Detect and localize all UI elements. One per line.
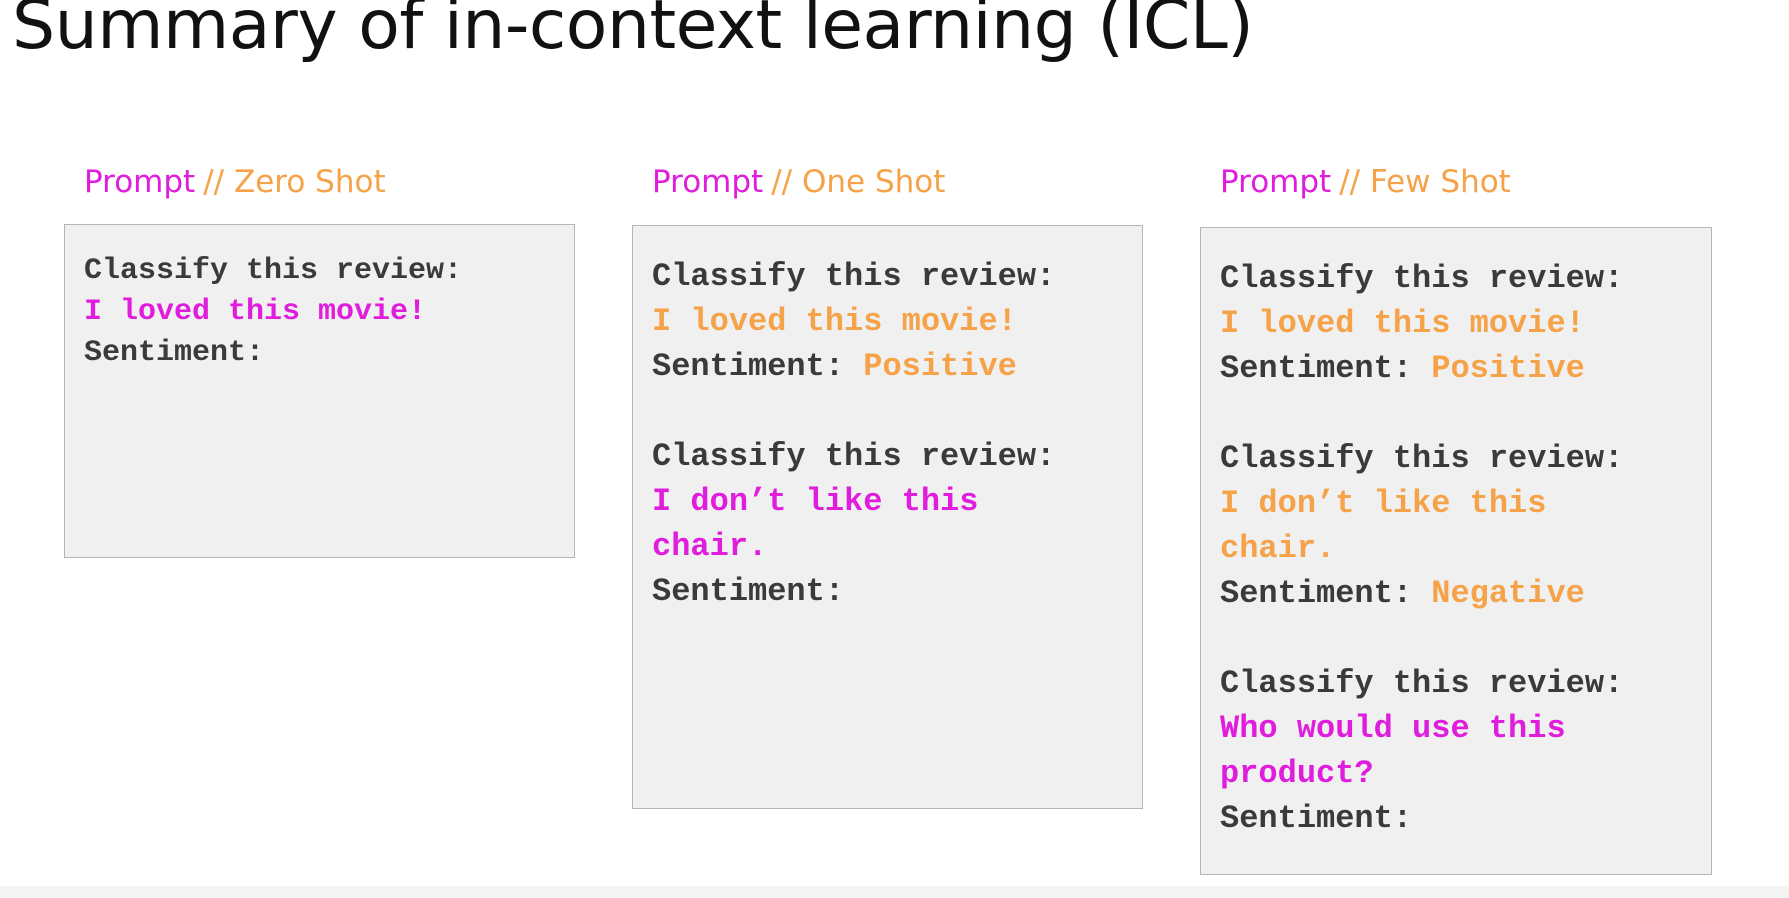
instruction-line: Classify this review: bbox=[1220, 260, 1624, 297]
sentiment-key: Sentiment: bbox=[1220, 575, 1432, 612]
sentiment-line: Sentiment: bbox=[1220, 800, 1413, 837]
prompt-word: Prompt bbox=[1220, 164, 1332, 200]
instruction-line: Classify this review: bbox=[84, 254, 463, 288]
example-sentiment-line: Sentiment: Positive bbox=[1220, 346, 1711, 391]
bottom-edge-strip bbox=[0, 886, 1789, 898]
sentiment-line: Sentiment: bbox=[84, 336, 265, 370]
prompt-word: Prompt bbox=[652, 164, 764, 200]
few-shot-label: Prompt// Few Shot bbox=[1220, 164, 1511, 200]
shot-type: One Shot bbox=[801, 164, 946, 200]
sentiment-line: Sentiment: bbox=[652, 573, 845, 610]
one-shot-label: Prompt// One Shot bbox=[652, 164, 945, 200]
example-review-line: I don’t like this bbox=[1220, 485, 1547, 522]
instruction-line: Classify this review: bbox=[1220, 440, 1624, 477]
sentiment-value: Positive bbox=[1431, 350, 1585, 387]
example-review-line: I loved this movie! bbox=[1220, 305, 1585, 342]
zero-shot-label: Prompt// Zero Shot bbox=[84, 164, 386, 200]
label-separator: // bbox=[1339, 164, 1361, 200]
input-review-line: product? bbox=[1220, 755, 1374, 792]
instruction-line: Classify this review: bbox=[1220, 665, 1624, 702]
input-review-line: I don’t like this bbox=[652, 483, 979, 520]
shot-type: Zero Shot bbox=[233, 164, 386, 200]
input-review-line: I loved this movie! bbox=[84, 295, 427, 329]
slide-title: Summary of in-context learning (ICL) bbox=[12, 0, 1254, 65]
label-separator: // bbox=[203, 164, 225, 200]
sentiment-value: Negative bbox=[1431, 575, 1585, 612]
example-sentiment-line: Sentiment: Negative bbox=[1220, 571, 1711, 616]
label-separator: // bbox=[771, 164, 793, 200]
example-sentiment-line: Sentiment: Positive bbox=[652, 344, 1142, 389]
sentiment-key: Sentiment: bbox=[652, 348, 864, 385]
sentiment-key: Sentiment: bbox=[1220, 350, 1432, 387]
instruction-line: Classify this review: bbox=[652, 258, 1056, 295]
input-review-line: chair. bbox=[652, 528, 768, 565]
sentiment-value: Positive bbox=[863, 348, 1017, 385]
instruction-line: Classify this review: bbox=[652, 438, 1056, 475]
example-review-line: I loved this movie! bbox=[652, 303, 1017, 340]
few-shot-prompt-box: Classify this review: I loved this movie… bbox=[1200, 227, 1712, 875]
one-shot-prompt-box: Classify this review: I loved this movie… bbox=[632, 225, 1143, 809]
prompt-word: Prompt bbox=[84, 164, 196, 200]
shot-type: Few Shot bbox=[1369, 164, 1511, 200]
input-review-line: Who would use this bbox=[1220, 710, 1566, 747]
example-review-line: chair. bbox=[1220, 530, 1336, 567]
zero-shot-prompt-box: Classify this review: I loved this movie… bbox=[64, 224, 575, 558]
